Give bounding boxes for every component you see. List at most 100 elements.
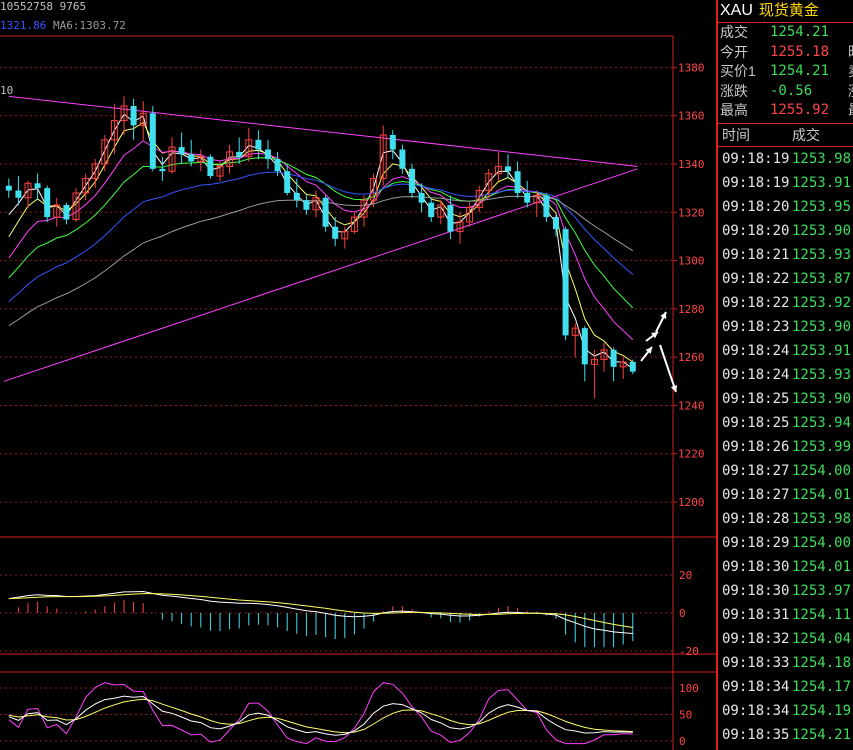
trade-time: 09:18:34 [722,702,790,719]
trade-price: 1253.90 [792,390,852,407]
kdj-tick-label: 100 [679,682,699,695]
trade-row: 09:18:24 1253.91 [718,339,853,363]
candle-body [543,195,550,218]
price-tick-label: 1200 [678,496,705,509]
moving-average-line [8,121,634,363]
trade-row: 09:18:20 1253.95 [718,195,853,219]
trade-time: 09:18:22 [722,294,790,311]
trade-row: 09:18:27 1254.00 [718,459,853,483]
trade-time: 09:18:31 [722,606,790,623]
trade-time: 09:18:27 [722,486,790,503]
quote-value: 1255.18 [770,43,830,60]
candle-body [581,328,588,365]
candle-body [332,226,339,239]
trade-price: 1254.21 [792,726,852,743]
chart-info-line: 10552758 9765 [0,0,87,13]
trade-row: 09:18:22 1253.87 [718,267,853,291]
trade-time: 09:18:20 [722,198,790,215]
quote-value: 1254.21 [770,63,830,79]
quote-clipped-label: 涨 [848,82,853,102]
trade-row: 09:18:19 1253.91 [718,171,853,195]
candle-body [63,205,70,220]
trade-price: 1254.01 [792,486,852,503]
candle-body [207,156,214,177]
trade-time: 09:18:34 [722,678,790,695]
candle-body [34,183,41,189]
price-tick-label: 1300 [678,255,705,268]
price-tick-label: 1240 [678,399,705,412]
trade-price: 1254.18 [792,654,852,671]
quote-panel: XAU 现货黄金 成交 1254.21 今开 1255.18 昨买价1 1254.21 卖涨跌… [716,0,853,750]
trade-row: 09:18:21 1253.93 [718,243,853,267]
quote-value: -0.56 [770,82,813,99]
price-tick-label: 1320 [678,206,705,219]
candle-body [188,154,195,162]
trade-time: 09:18:20 [722,222,790,239]
chart-area[interactable]: 1380 1360 1340 1320 1300 1280 1260 1240 1220 1200… [0,0,716,750]
quote-label: 成交 [720,24,748,40]
ma-legend-value-b: MA6:1303.72 [52,19,126,32]
trade-time: 09:18:19 [722,150,790,167]
trade-row: 09:18:28 1253.98 [718,507,853,531]
quote-row: 成交 1254.21 [718,23,853,43]
candle-body [284,171,291,193]
trade-price: 1254.04 [792,630,852,647]
quote-value: 1254.21 [770,24,830,40]
candle-body [5,185,12,191]
trade-row: 09:18:23 1253.90 [718,315,853,339]
quote-row: 涨跌 -0.56 涨 [718,82,853,102]
quote-clipped-label: 卖 [848,62,853,82]
candle-body [159,168,166,172]
moving-average-line [8,113,634,369]
candle-body [389,135,396,150]
candle-body [149,113,156,169]
trade-price: 1253.98 [792,150,852,167]
trade-time: 09:18:24 [722,366,790,383]
trade-price: 1253.97 [792,582,852,599]
trade-row: 09:18:35 1254.21 [718,723,853,747]
instrument-code: XAU [720,2,753,19]
trade-price: 1253.98 [792,510,852,527]
candle-body [553,217,559,230]
price-tick-label: 1280 [678,303,705,316]
trade-row: 09:18:20 1253.90 [718,219,853,243]
trade-time: 09:18:30 [722,558,790,575]
candle-body [418,192,425,203]
candle-body [610,349,617,367]
trade-row: 09:18:34 1254.19 [718,699,853,723]
trade-price: 1254.00 [792,534,852,551]
candle-body [255,139,262,150]
trade-row: 09:18:34 1254.17 [718,675,853,699]
trade-row: 09:18:22 1253.92 [718,291,853,315]
moving-average-line [8,140,634,341]
trade-price: 1253.93 [792,366,852,383]
quote-label: 买价1 [720,63,756,79]
trade-price: 1253.87 [792,270,852,287]
trade-price: 1254.11 [792,606,852,623]
candle-body [303,200,310,210]
quote-clipped-label: 最 [848,101,853,121]
trade-time: 09:18:35 [722,726,790,743]
trade-price: 1254.17 [792,678,852,695]
candle-body [399,149,406,169]
trade-price: 1253.92 [792,294,852,311]
trade-row: 09:18:25 1253.90 [718,387,853,411]
ma-legend-value-a: 1321.86 [0,19,47,32]
quote-value: 1255.92 [770,102,830,118]
price-tick-label: 1340 [678,158,705,171]
candle-body [629,361,636,372]
macd-tick-label: 0 [679,607,686,620]
kline-chart[interactable]: 1380 1360 1340 1320 1300 1280 1260 1240 1220 1200… [0,0,716,750]
trade-price: 1253.95 [792,198,852,215]
macd-tick-label: 20 [679,569,692,582]
trade-price: 1253.91 [792,342,852,359]
trades-list[interactable]: 09:18:19 1253.98 09:18:19 1253.91 09:18:20 12… [718,147,853,747]
trade-row: 09:18:27 1254.01 [718,483,853,507]
trade-price: 1254.19 [792,702,852,719]
trade-price: 1253.99 [792,438,852,455]
trade-price: 1254.00 [792,462,852,479]
candle-body [178,147,185,155]
trade-price: 1253.90 [792,222,852,239]
candle-body [514,171,521,193]
quote-label: 涨跌 [720,82,748,99]
